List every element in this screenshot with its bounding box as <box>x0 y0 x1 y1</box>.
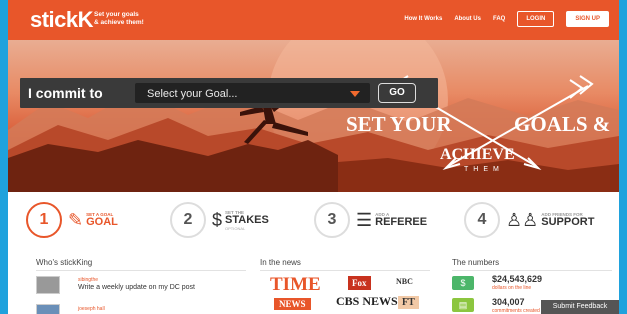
top-header: stickK Set your goals & achieve them! Ho… <box>8 0 619 40</box>
page-frame: stickK Set your goals & achieve them! Ho… <box>8 0 619 314</box>
step-big-label: GOAL <box>86 216 118 228</box>
tagline-line-1: Set your goals <box>94 11 139 18</box>
time-logo: TIME <box>270 274 321 295</box>
divider <box>452 270 612 271</box>
step-big-label: REFEREE <box>375 216 428 228</box>
numbers-title: The numbers <box>452 258 500 267</box>
nav-faq[interactable]: FAQ <box>493 16 505 22</box>
avatar[interactable] <box>36 304 60 314</box>
nav-about-us[interactable]: About Us <box>454 16 481 22</box>
fox-logo: Fox <box>348 276 371 290</box>
nav-how-it-works[interactable]: How It Works <box>404 16 442 22</box>
step-number: 2 <box>170 202 206 238</box>
step-2[interactable]: 2 $ SET THE STAKES OPTIONAL <box>170 202 269 238</box>
divider <box>260 270 430 271</box>
avatar[interactable] <box>36 276 60 294</box>
step-big-label: STAKES <box>225 213 269 226</box>
commitments-value: 304,007 <box>492 297 525 307</box>
top-nav: How It Works About Us FAQ LOGIN SIGN UP <box>404 11 609 27</box>
hero-set-your: SET YOUR <box>346 112 452 136</box>
nbc-logo: NBC <box>396 277 413 286</box>
step-1[interactable]: 1 ✎ SET A GOAL GOAL <box>26 202 118 238</box>
step-3[interactable]: 3 ☰ ADD A REFEREE <box>314 202 427 238</box>
logo[interactable]: stickK <box>30 7 94 33</box>
cbs-news-logo: CBS NEWS <box>336 294 398 308</box>
hero-goals-word: GOALS <box>514 112 588 136</box>
step-number: 4 <box>464 202 500 238</box>
caret-down-icon <box>350 91 360 97</box>
cash-icon: $ <box>452 276 474 290</box>
step-text: SET THE STAKES OPTIONAL <box>225 210 269 231</box>
news-logo: NEWS <box>274 298 311 310</box>
goal-select[interactable]: Select your Goal... <box>135 83 370 103</box>
step-text: SET A GOAL GOAL <box>86 212 118 228</box>
step-sub-label: OPTIONAL <box>225 225 246 231</box>
document-icon: ▤ <box>452 298 474 312</box>
dollars-value: $24,543,629 <box>492 274 543 284</box>
hero-achieve: ACHIEVE <box>440 146 515 163</box>
people-icon: ♙♙ <box>506 209 539 230</box>
dollars-label: dollars on the line <box>492 285 532 291</box>
step-number: 3 <box>314 202 350 238</box>
referee-icon: ☰ <box>356 209 373 230</box>
activity-text[interactable]: Write a weekly update on my DC post <box>78 284 195 291</box>
go-button[interactable]: GO <box>378 83 416 103</box>
step-text: ADD A REFEREE <box>375 212 427 228</box>
submit-feedback-button[interactable]: Submit Feedback <box>541 300 619 314</box>
steps-row: 1 ✎ SET A GOAL GOAL 2 $ SET THE STAKES O… <box>8 196 619 246</box>
step-4[interactable]: 4 ♙♙ ADD FRIENDS FOR SUPPORT <box>464 202 594 238</box>
commit-bar: I commit to Select your Goal... GO <box>20 78 438 108</box>
news-title: In the news <box>260 258 301 267</box>
signup-button[interactable]: SIGN UP <box>566 11 609 27</box>
money-bag-icon: $ <box>212 209 223 230</box>
hero-goals: GOALS & <box>514 112 610 137</box>
step-number: 1 <box>26 202 62 238</box>
step-text: ADD FRIENDS FOR SUPPORT <box>541 212 594 228</box>
activity-user[interactable]: joeseph hall <box>78 306 105 312</box>
tagline: Set your goals & achieve them! <box>94 11 144 27</box>
step-big-label: SUPPORT <box>541 216 595 228</box>
divider <box>36 270 246 271</box>
commitments-label: commitments created <box>492 308 540 314</box>
commit-label: I commit to <box>28 85 103 101</box>
activity-user[interactable]: sibingthe <box>78 277 98 283</box>
login-button[interactable]: LOGIN <box>517 11 555 27</box>
pencil-icon: ✎ <box>68 209 84 230</box>
ft-logo: FT <box>398 296 419 309</box>
whos-sticking-title: Who's stickKing <box>36 258 93 267</box>
tagline-line-2: & achieve them! <box>94 19 144 26</box>
hero-them: THEM <box>464 166 504 173</box>
hero-ampersand: & <box>592 112 611 136</box>
goal-select-placeholder: Select your Goal... <box>147 88 238 100</box>
